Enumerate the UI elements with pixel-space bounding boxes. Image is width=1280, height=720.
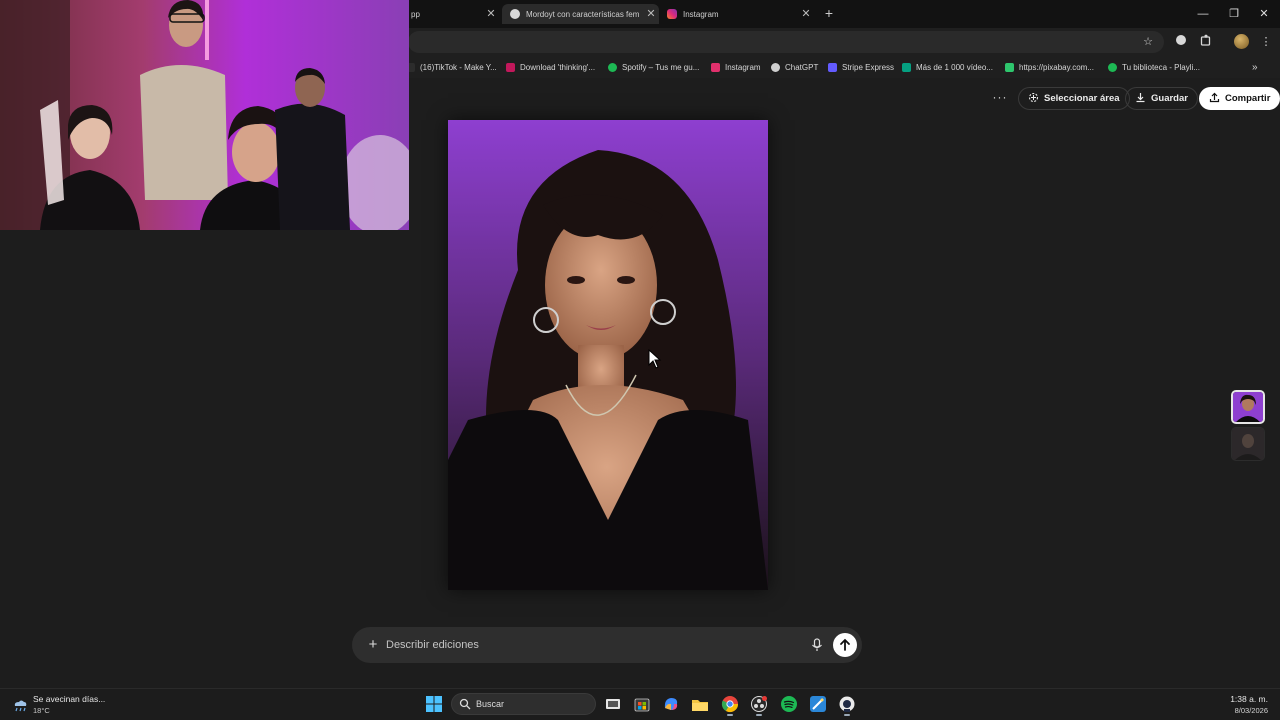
thumbnail-portrait-icon xyxy=(1232,428,1264,460)
bookmark-label: Más de 1 000 vídeo... xyxy=(916,62,993,72)
bookmark-label: ChatGPT xyxy=(785,62,819,72)
close-window-button[interactable]: ✕ xyxy=(1256,6,1272,22)
thumbnail-previous-image[interactable] xyxy=(1231,427,1265,461)
bookmarks-overflow-button[interactable]: » xyxy=(1252,61,1258,73)
tab-title: pp xyxy=(411,9,420,19)
pixabay-icon xyxy=(1005,62,1014,72)
bookmark-label: Stripe Express xyxy=(842,62,895,72)
task-view-icon[interactable] xyxy=(604,695,622,713)
weather-rain-icon[interactable] xyxy=(12,697,28,713)
tab-whatsapp[interactable]: pp ✕ xyxy=(409,4,499,24)
heart-icon xyxy=(506,62,515,72)
bookmark-pixabay[interactable]: https://pixabay.com... xyxy=(1005,61,1094,73)
taskbar-clock-date[interactable]: 8/03/2026 xyxy=(1235,706,1268,715)
minimize-button[interactable]: — xyxy=(1195,6,1211,22)
describe-edits-input[interactable] xyxy=(386,635,786,655)
bookmark-tiktok[interactable]: (16)TikTok - Make Y... xyxy=(406,61,497,73)
tab-instagram[interactable]: Instagram ✕ xyxy=(661,4,814,24)
select-area-button[interactable]: Seleccionar área xyxy=(1018,87,1130,110)
tab-title: Instagram xyxy=(683,9,719,19)
extension-icon[interactable] xyxy=(1173,34,1189,50)
portrait-illustration xyxy=(448,120,768,590)
spotify-icon xyxy=(608,62,617,72)
microphone-icon[interactable] xyxy=(808,636,826,654)
pexels-icon xyxy=(902,62,911,72)
webcam-overlay-video xyxy=(0,0,409,230)
address-bar[interactable] xyxy=(408,31,1164,53)
microsoft-store-icon[interactable] xyxy=(633,695,651,713)
bookmark-pexels[interactable]: Más de 1 000 vídeo... xyxy=(902,61,993,73)
chrome-icon[interactable] xyxy=(721,695,739,713)
restore-button[interactable]: ❐ xyxy=(1226,6,1242,22)
taskbar-search[interactable]: Buscar xyxy=(451,693,596,715)
more-options-button[interactable]: ··· xyxy=(990,89,1010,105)
capture-running-indicator xyxy=(844,714,850,716)
instagram-icon xyxy=(711,62,720,72)
obs-studio-icon[interactable] xyxy=(750,695,768,713)
bookmark-label: https://pixabay.com... xyxy=(1019,62,1094,72)
edit-prompt-composer: + xyxy=(352,627,862,663)
close-tab-icon[interactable]: ✕ xyxy=(483,6,499,22)
share-button[interactable]: Compartir xyxy=(1199,87,1280,110)
bookmark-instagram[interactable]: Instagram xyxy=(711,61,761,73)
copilot-icon[interactable] xyxy=(662,695,680,713)
add-attachment-button[interactable]: + xyxy=(364,636,382,654)
close-tab-icon[interactable]: ✕ xyxy=(798,6,814,22)
chatgpt-icon xyxy=(510,9,520,19)
generated-portrait-image[interactable] xyxy=(448,120,768,590)
new-tab-button[interactable]: + xyxy=(821,5,837,21)
file-explorer-icon[interactable] xyxy=(691,695,709,713)
profile-avatar[interactable] xyxy=(1234,34,1249,49)
bookmark-label: Spotify – Tus me gu... xyxy=(622,62,700,72)
bookmark-label: Instagram xyxy=(725,62,761,72)
search-icon xyxy=(459,698,471,710)
send-button[interactable] xyxy=(833,633,857,657)
arrow-up-icon xyxy=(840,638,850,651)
puzzle-icon xyxy=(1200,34,1211,46)
thumbnail-current-image[interactable] xyxy=(1231,390,1265,424)
bookmark-spotify[interactable]: Spotify – Tus me gu... xyxy=(608,61,699,73)
spotify-icon xyxy=(1108,62,1117,72)
bookmark-spotify-library[interactable]: Tu biblioteca - Playli... xyxy=(1108,61,1200,73)
close-tab-icon[interactable]: ✕ xyxy=(643,6,659,22)
stripe-icon xyxy=(828,62,837,72)
bookmark-label: Download 'thinking'... xyxy=(520,62,596,72)
magic-select-icon xyxy=(1028,92,1039,106)
browser-menu-icon[interactable]: ⋮ xyxy=(1258,34,1274,50)
select-area-label: Seleccionar área xyxy=(1044,93,1120,104)
webcam-scene xyxy=(0,0,409,230)
mouse-cursor-icon xyxy=(648,348,662,369)
extensions-menu-icon[interactable] xyxy=(1198,34,1214,50)
search-label: Buscar xyxy=(476,699,505,709)
bookmark-star-icon[interactable]: ☆ xyxy=(1140,34,1156,50)
bookmark-label: Tu biblioteca - Playli... xyxy=(1122,62,1200,72)
obs-running-indicator xyxy=(756,714,762,716)
bookmark-stripe[interactable]: Stripe Express xyxy=(828,61,894,73)
bookmark-download[interactable]: Download 'thinking'... xyxy=(506,61,595,73)
photo-editor-icon[interactable] xyxy=(809,695,827,713)
weather-forecast-text[interactable]: Se avecinan días... xyxy=(33,694,105,704)
taskbar-clock-time[interactable]: 1:38 a. m. xyxy=(1230,694,1268,704)
tab-title: Mordoyt con características fem xyxy=(526,9,639,19)
thumbnail-portrait-icon xyxy=(1233,392,1263,422)
windows-start-icon[interactable] xyxy=(425,695,443,713)
save-label: Guardar xyxy=(1151,93,1188,104)
share-label: Compartir xyxy=(1225,93,1271,104)
weather-temperature: 18°C xyxy=(33,706,50,715)
spotify-icon[interactable] xyxy=(780,695,798,713)
tab-chatgpt-active[interactable]: Mordoyt con características fem ✕ xyxy=(502,4,659,24)
bookmark-chatgpt[interactable]: ChatGPT xyxy=(771,61,818,73)
instagram-icon xyxy=(667,9,677,19)
share-icon xyxy=(1209,92,1220,106)
chrome-running-indicator xyxy=(727,714,733,716)
save-button[interactable]: Guardar xyxy=(1125,87,1198,110)
extension-puzzle-icon xyxy=(1176,35,1186,45)
chatgpt-icon xyxy=(771,62,780,72)
bookmark-label: (16)TikTok - Make Y... xyxy=(420,62,497,72)
download-icon xyxy=(1135,92,1146,106)
capture-app-icon[interactable] xyxy=(838,695,856,713)
